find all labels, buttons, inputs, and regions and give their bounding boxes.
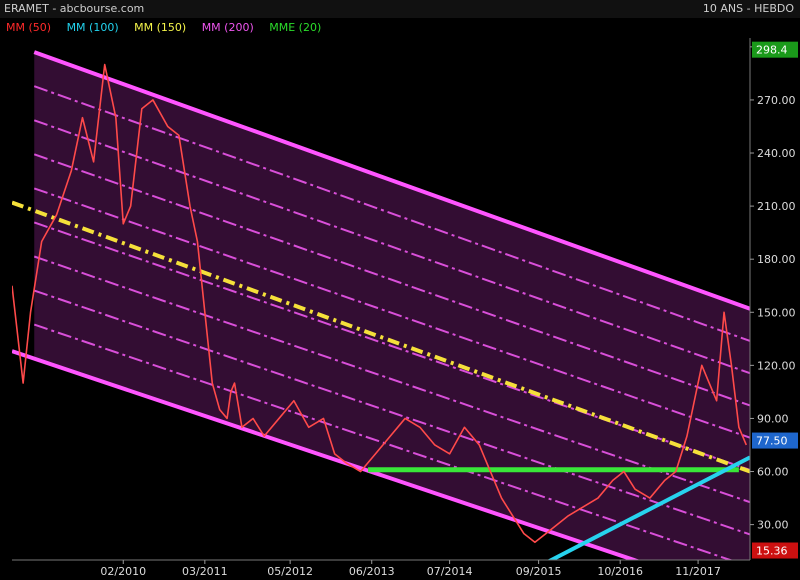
y-tick-label: 240.00 [757,147,796,160]
y-tick-label: 60.00 [757,466,789,479]
y-tick-label: 150.00 [757,306,796,319]
price-label-text: 15.36 [756,545,788,558]
price-label-text: 298.4 [756,44,788,57]
y-tick-label: 270.00 [757,94,796,107]
y-axis-background [750,38,800,560]
price-label-text: 77.50 [756,435,788,448]
y-tick-label: 180.00 [757,253,796,266]
chart-frame: ERAMET - abcbourse.com 10 ANS - HEBDO MM… [0,0,800,580]
y-tick-label: 210.00 [757,200,796,213]
chart-svg: 30.00 60.00 90.00 120.00 150.00 180.00 210.00 2… [12,38,800,578]
channel-fill [34,52,750,560]
y-tick-label: 30.00 [757,519,789,532]
x-tick-label: 03/2011 [182,565,228,578]
x-tick-label: 06/2013 [349,565,395,578]
x-tick-label: 11/2017 [675,565,721,578]
y-tick-label: 90.00 [757,412,789,425]
x-tick-label: 07/2014 [427,565,473,578]
x-tick-label: 10/2016 [597,565,643,578]
x-tick-label: 02/2010 [100,565,146,578]
y-tick-label: 120.00 [757,359,796,372]
x-tick-label: 09/2015 [516,565,562,578]
x-tick-label: 05/2012 [267,565,313,578]
